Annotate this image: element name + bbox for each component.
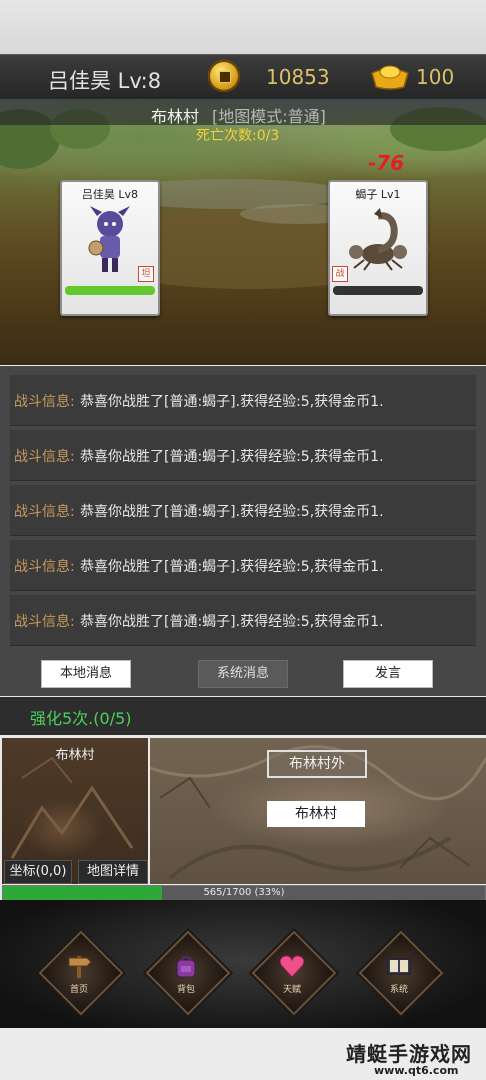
speak-button[interactable]: 发言 xyxy=(343,660,433,688)
quest-bar[interactable]: 强化5次.(0/5) xyxy=(0,697,486,735)
message-prefix: 战斗信息: xyxy=(14,504,75,520)
player-card-name: 吕佳昊 Lv8 xyxy=(81,188,139,201)
watermark-url: www.qt6.com xyxy=(374,1064,459,1077)
enemy-card-name: 蝎子 Lv1 xyxy=(355,188,401,201)
coordinates-button[interactable]: 坐标(0,0) xyxy=(4,860,72,884)
player-class-tag: 坦 xyxy=(138,266,154,282)
gold-amount: 10853 xyxy=(266,65,330,89)
message-row: 战斗信息: 恭喜你战胜了[普通:蝎子].获得经验:5,获得金币1. xyxy=(10,430,476,481)
player-avatar xyxy=(88,206,130,272)
message-text: 恭喜你战胜了[普通:蝎子].获得经验:5,获得金币1. xyxy=(80,449,384,465)
message-row: 战斗信息: 恭喜你战胜了[普通:蝎子].获得经验:5,获得金币1. xyxy=(10,485,476,536)
minimap-title: 布林村 xyxy=(55,748,95,763)
message-row: 战斗信息: 恭喜你战胜了[普通:蝎子].获得经验:5,获得金币1. xyxy=(10,540,476,591)
enemy-class-tag: 战 xyxy=(332,266,348,282)
nav-system[interactable]: 系统 xyxy=(358,930,444,1016)
quest-text: 强化5次.(0/5) xyxy=(30,709,132,728)
message-row: 战斗信息: 恭喜你战胜了[普通:蝎子].获得经验:5,获得金币1. xyxy=(10,375,476,426)
player-card[interactable]: 吕佳昊 Lv8 坦 xyxy=(60,180,160,316)
copper-coin-icon xyxy=(208,60,240,92)
message-text: 恭喜你战胜了[普通:蝎子].获得经验:5,获得金币1. xyxy=(80,394,384,410)
local-message-tab[interactable]: 本地消息 xyxy=(41,660,131,688)
player-hp-bar xyxy=(65,286,155,295)
message-row: 战斗信息: 恭喜你战胜了[普通:蝎子].获得经验:5,获得金币1. xyxy=(10,595,476,646)
nav-home[interactable]: 首页 xyxy=(38,930,124,1016)
map-location-village-button[interactable]: 布林村 xyxy=(267,801,365,827)
player-status-bar: 吕佳昊 Lv:8 10853 100 xyxy=(0,54,486,100)
message-prefix: 战斗信息: xyxy=(14,614,75,630)
battle-scene: 布林村 [地图模式:普通] 死亡次数:0/3 -76 吕佳昊 Lv8 坦 蝎子 … xyxy=(0,99,486,365)
map-details-button[interactable]: 地图详情 xyxy=(78,860,148,884)
book-icon xyxy=(387,958,411,975)
nav-label: 系统 xyxy=(389,985,408,995)
player-name-level: 吕佳昊 Lv:8 xyxy=(48,69,162,93)
enemy-card[interactable]: 蝎子 Lv1 战 xyxy=(328,180,428,316)
ingot-amount: 100 xyxy=(416,65,455,89)
enemy-hp-bar xyxy=(333,286,423,295)
scorpion-avatar xyxy=(349,208,407,271)
heart-icon xyxy=(279,955,305,978)
message-text: 恭喜你战胜了[普通:蝎子].获得经验:5,获得金币1. xyxy=(80,614,384,630)
map-name: 布林村 xyxy=(151,107,200,126)
damage-number: -76 xyxy=(368,151,405,175)
map-location-outside-button[interactable]: 布林村外 xyxy=(267,750,367,778)
top-bar xyxy=(0,0,486,54)
exp-text: 565/1700 (33%) xyxy=(203,887,285,898)
message-text: 恭喜你战胜了[普通:蝎子].获得经验:5,获得金币1. xyxy=(80,559,384,575)
system-message-tab[interactable]: 系统消息 xyxy=(198,660,288,688)
message-prefix: 战斗信息: xyxy=(14,394,75,410)
death-count: 死亡次数:0/3 xyxy=(196,128,280,144)
nav-label: 背包 xyxy=(176,985,195,995)
signpost-icon xyxy=(68,956,92,978)
watermark-title: 靖蜓手游戏网 xyxy=(346,1042,472,1066)
exp-bar: 565/1700 (33%) xyxy=(2,885,486,901)
nav-backpack[interactable]: 背包 xyxy=(145,930,231,1016)
map-mode: [地图模式:普通] xyxy=(212,107,326,126)
nav-label: 天赋 xyxy=(282,985,301,995)
gold-ingot-icon xyxy=(371,65,409,90)
nav-label: 首页 xyxy=(69,985,88,995)
nav-talent[interactable]: 天赋 xyxy=(251,930,337,1016)
backpack-icon xyxy=(176,956,196,978)
message-prefix: 战斗信息: xyxy=(14,449,75,465)
message-text: 恭喜你战胜了[普通:蝎子].获得经验:5,获得金币1. xyxy=(80,504,384,520)
message-prefix: 战斗信息: xyxy=(14,559,75,575)
